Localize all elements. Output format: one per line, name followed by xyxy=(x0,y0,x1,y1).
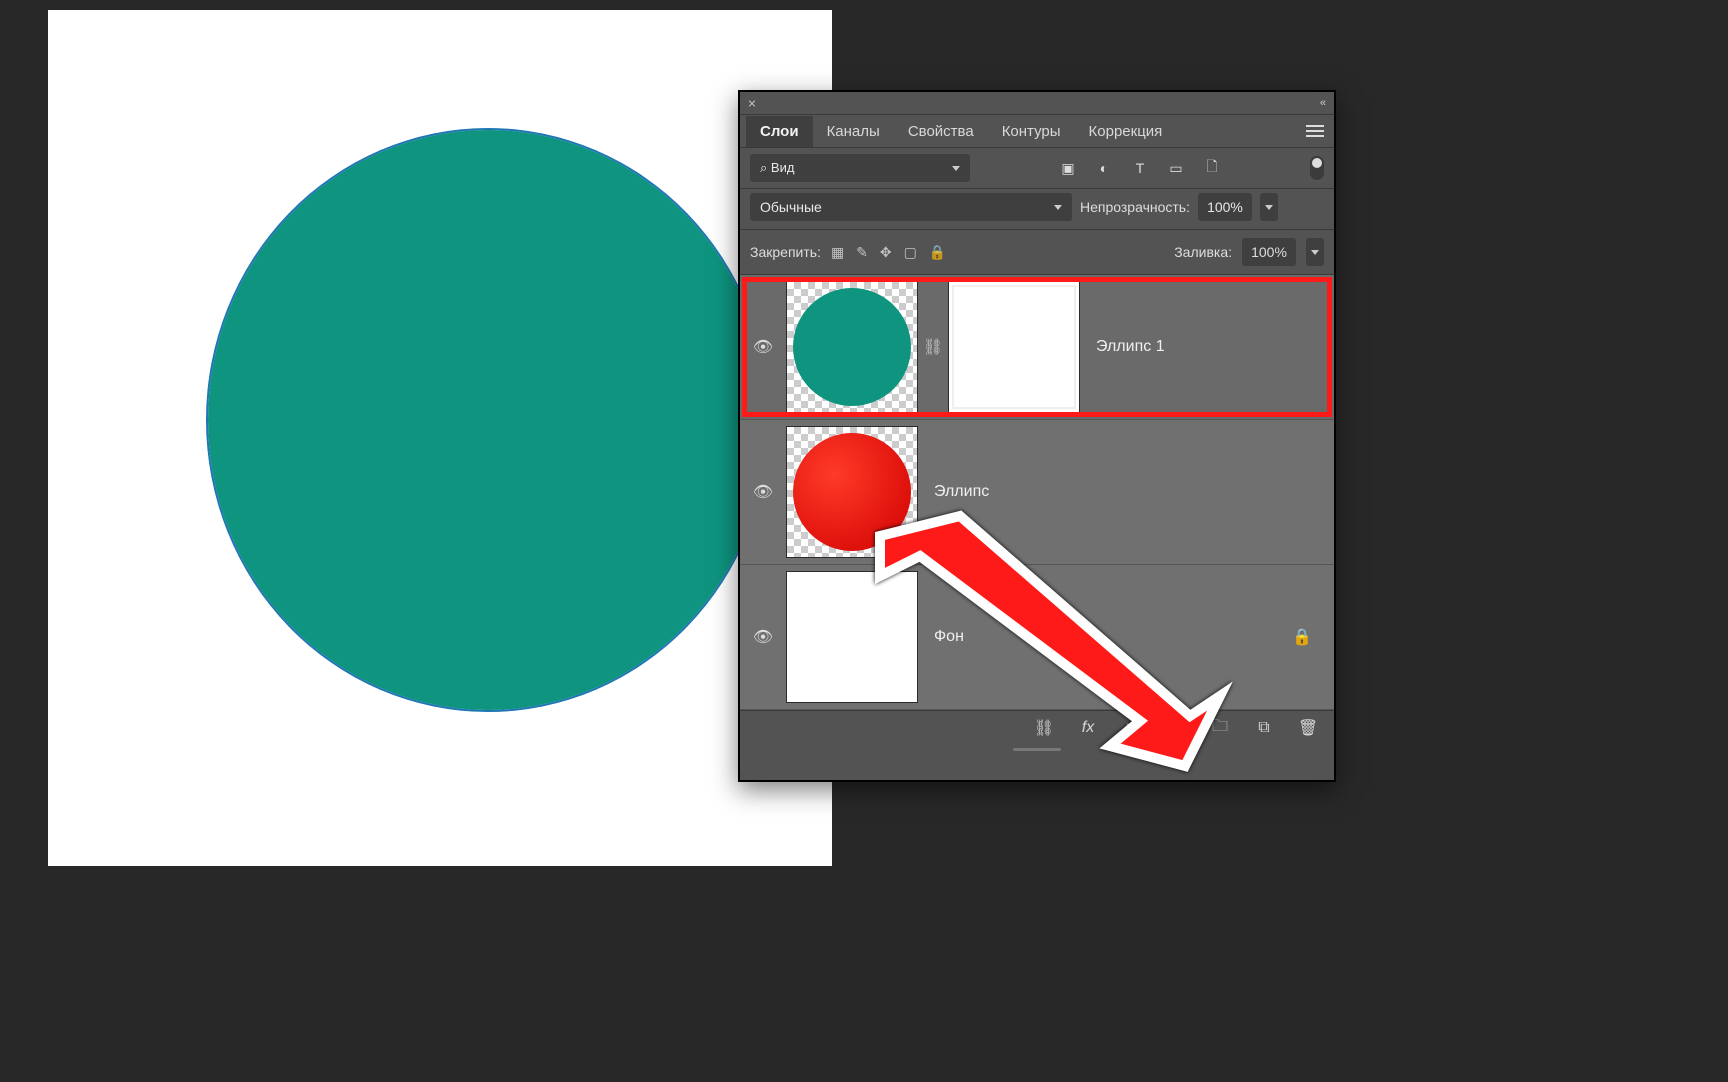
lock-transparency-icon[interactable]: ▦ xyxy=(831,244,844,261)
lock-move-icon[interactable]: ✥ xyxy=(880,244,892,261)
lock-brush-icon[interactable]: ✎ xyxy=(856,244,868,261)
opacity-label: Непрозрачность: xyxy=(1080,199,1190,215)
blend-mode-dropdown[interactable]: Обычные xyxy=(750,193,1072,221)
fill-value[interactable]: 100% xyxy=(1242,238,1296,266)
chevron-down-icon xyxy=(1265,205,1273,210)
filter-shape-icon[interactable]: ▭ xyxy=(1167,159,1185,177)
opacity-dropdown[interactable] xyxy=(1260,193,1278,221)
filter-smartobj-icon[interactable]: 🗋 xyxy=(1203,159,1221,177)
layer-filter-row: ⌕ Вид ▣ ◐ T ▭ 🗋 xyxy=(740,148,1334,189)
lock-icon[interactable]: 🔒 xyxy=(1278,627,1326,647)
tab-properties[interactable]: Свойства xyxy=(894,116,988,147)
panel-titlebar xyxy=(740,92,1334,115)
chevron-down-icon xyxy=(1311,250,1319,255)
fill-label: Заливка: xyxy=(1174,244,1232,260)
layer-list: 👁 ⛓ Эллипс 1 👁 Эллипс xyxy=(740,275,1334,710)
close-icon[interactable] xyxy=(748,99,756,107)
filter-toggle[interactable] xyxy=(1310,156,1324,180)
layer-actions-bar: ⛓ fx ◻ ◐ 🗀 ⧉ 🗑 xyxy=(740,710,1334,745)
layer-name[interactable]: Эллипс 1 xyxy=(1080,338,1326,356)
lock-artboard-icon[interactable]: ▢ xyxy=(904,244,917,261)
layer-name[interactable]: Эллипс xyxy=(918,483,1326,501)
visibility-eye-icon[interactable]: 👁 xyxy=(753,337,773,357)
filter-text-icon[interactable]: T xyxy=(1131,159,1149,177)
layer-thumbnail[interactable] xyxy=(786,571,918,703)
filter-image-icon[interactable]: ▣ xyxy=(1059,159,1077,177)
layers-panel: Слои Каналы Свойства Контуры Коррекция ⌕… xyxy=(738,90,1336,782)
opacity-value[interactable]: 100% xyxy=(1198,193,1252,221)
delete-layer-icon[interactable]: 🗑 xyxy=(1298,718,1318,738)
layer-effects-icon[interactable]: fx xyxy=(1078,718,1098,738)
tab-adjust[interactable]: Коррекция xyxy=(1075,116,1177,147)
new-group-icon[interactable]: 🗀 xyxy=(1210,718,1230,738)
layer-row[interactable]: 👁 Фон 🔒 xyxy=(740,565,1334,710)
lock-label: Закрепить: xyxy=(750,244,821,260)
lock-fill-row: Закрепить: ▦ ✎ ✥ ▢ 🔒 Заливка: 100% xyxy=(740,230,1334,275)
filter-adjust-icon[interactable]: ◐ xyxy=(1095,159,1113,177)
document-canvas[interactable] xyxy=(48,10,832,866)
tab-layers[interactable]: Слои xyxy=(746,116,813,147)
panel-tabs: Слои Каналы Свойства Контуры Коррекция xyxy=(740,115,1334,148)
tab-channels[interactable]: Каналы xyxy=(813,116,894,147)
link-layers-icon[interactable]: ⛓ xyxy=(1034,718,1054,738)
chevron-down-icon xyxy=(952,166,960,171)
collapse-icon[interactable] xyxy=(1320,97,1326,109)
lock-all-icon[interactable]: 🔒 xyxy=(929,244,946,261)
panel-resize-grip[interactable] xyxy=(740,745,1334,753)
blend-mode-value: Обычные xyxy=(760,199,822,215)
layer-mask-thumbnail[interactable] xyxy=(948,281,1080,413)
layer-row[interactable]: 👁 Эллипс xyxy=(740,420,1334,565)
panel-menu-icon[interactable] xyxy=(1306,125,1324,137)
canvas-shape-ellipse[interactable] xyxy=(208,130,768,710)
link-mask-icon[interactable]: ⛓ xyxy=(923,337,943,357)
layer-thumbnail[interactable] xyxy=(786,426,918,558)
new-fill-adjust-icon[interactable]: ◐ xyxy=(1166,718,1186,738)
layer-row[interactable]: 👁 ⛓ Эллипс 1 xyxy=(740,275,1334,420)
new-layer-icon[interactable]: ⧉ xyxy=(1254,718,1274,738)
visibility-eye-icon[interactable]: 👁 xyxy=(753,482,773,502)
layer-thumbnail[interactable] xyxy=(786,281,918,413)
visibility-eye-icon[interactable]: 👁 xyxy=(753,627,773,647)
lock-icons: ▦ ✎ ✥ ▢ 🔒 xyxy=(831,244,946,261)
chevron-down-icon xyxy=(1054,205,1062,210)
filter-type-icons: ▣ ◐ T ▭ 🗋 xyxy=(978,159,1302,177)
filter-kind-dropdown[interactable]: ⌕ Вид xyxy=(750,154,970,182)
tab-paths[interactable]: Контуры xyxy=(988,116,1075,147)
filter-kind-label: Вид xyxy=(771,160,795,175)
fill-dropdown[interactable] xyxy=(1306,238,1324,266)
search-icon: ⌕ xyxy=(760,160,767,175)
layer-name[interactable]: Фон xyxy=(918,628,1278,646)
add-mask-icon[interactable]: ◻ xyxy=(1122,718,1142,738)
blend-opacity-row: Обычные Непрозрачность: 100% xyxy=(740,189,1334,230)
